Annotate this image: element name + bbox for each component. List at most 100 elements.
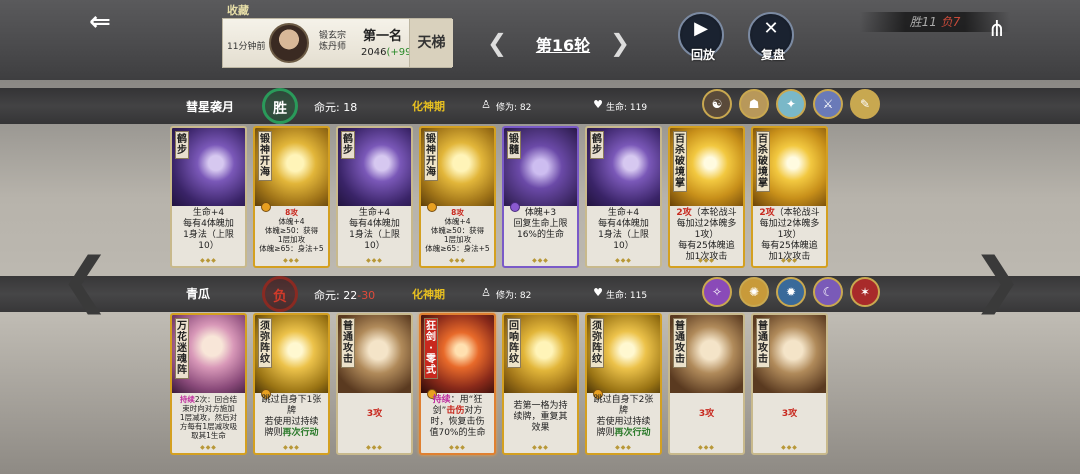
card-desc: 2攻（本轮战斗 每加过2体魄多 1攻） 每有25体魄追 加1次攻击 bbox=[759, 208, 820, 262]
avatar bbox=[269, 23, 309, 63]
card[interactable]: 鹤步 生命+4 每有4体魄加 1身法（上限 10） ◆◆◆ bbox=[585, 126, 662, 268]
card[interactable]: 锻神开海 8攻 体魄+4 体魄≥50：获得 1层加攻 体魄≥65：身法+5 ◆◆… bbox=[419, 126, 496, 268]
hp-label: 生命: bbox=[606, 291, 628, 301]
skill-icon[interactable]: ✧ bbox=[702, 277, 732, 307]
ladder-label: 天梯 bbox=[409, 19, 453, 67]
card-desc: 3攻 bbox=[366, 409, 383, 419]
play-icon: ▶ bbox=[694, 18, 708, 39]
win-badge: 胜 bbox=[262, 88, 298, 124]
card[interactable]: 普通攻击 3攻 ◆◆◆ bbox=[336, 313, 413, 455]
review-button[interactable]: ✕ 复盘 bbox=[748, 12, 794, 62]
player1-realm: 化神期 bbox=[412, 100, 445, 113]
card-title: 回响阵纹 bbox=[507, 318, 521, 368]
wins: 胜11 bbox=[909, 15, 937, 29]
chevron-right-icon[interactable]: ❯ bbox=[608, 30, 632, 56]
life-label: 命元: bbox=[314, 101, 340, 114]
score-value: 2046 bbox=[361, 47, 387, 58]
player1-cultivation: 修为: 82 bbox=[496, 100, 531, 113]
cultivation-value: 82 bbox=[519, 103, 532, 113]
player2-skill-icons: ✧ ✺ ✹ ☾ ✶ bbox=[702, 277, 880, 307]
player2-cultivation: 修为: 82 bbox=[496, 288, 531, 301]
skill-icon[interactable]: ✹ bbox=[776, 277, 806, 307]
skill-icon[interactable]: ✺ bbox=[739, 277, 769, 307]
hp-label: 生命: bbox=[606, 103, 628, 113]
card-title: 百杀破境掌 bbox=[756, 131, 770, 192]
card-title: 鹤步 bbox=[341, 131, 355, 159]
skill-icon[interactable]: ☾ bbox=[813, 277, 843, 307]
card-desc: 体魄+3 回复生命上限 16%的生命 bbox=[513, 208, 568, 240]
card-title: 锻神开海 bbox=[258, 131, 272, 181]
card[interactable]: 普通攻击 3攻 ◆◆◆ bbox=[668, 313, 745, 455]
card-title: 鹤步 bbox=[590, 131, 604, 159]
card-title: 普通攻击 bbox=[756, 318, 770, 368]
card[interactable]: 百杀破境掌 2攻（本轮战斗 每加过2体魄多 1攻） 每有25体魄追 加1次攻击 … bbox=[668, 126, 745, 268]
player1-life: 命元: 18 bbox=[314, 99, 357, 115]
heart-icon: ♥ bbox=[593, 286, 603, 299]
life-label: 命元: bbox=[314, 289, 340, 302]
replay-label: 回放 bbox=[690, 48, 715, 62]
skill-icon[interactable]: ☗ bbox=[739, 89, 769, 119]
chevron-right-icon[interactable]: ❯ bbox=[972, 240, 1022, 320]
card-desc: 3攻 bbox=[781, 409, 798, 419]
time-ago: 11分钟前 bbox=[227, 42, 266, 52]
card-title: 普通攻击 bbox=[673, 318, 687, 368]
card-title: 须弥阵纹 bbox=[258, 318, 272, 368]
card-title: 锻髓 bbox=[507, 131, 521, 159]
favorite-label[interactable]: 收藏 bbox=[227, 2, 249, 18]
skill-icon[interactable]: ⚔ bbox=[813, 89, 843, 119]
life-value: 22 bbox=[343, 289, 358, 302]
card-title: 百杀破境掌 bbox=[673, 131, 687, 192]
score: 2046(+99) bbox=[361, 47, 415, 58]
player1-skill-icons: ☯ ☗ ✦ ⚔ ✎ bbox=[702, 89, 880, 119]
losses: 负7 bbox=[940, 15, 961, 29]
life-loss: -30 bbox=[357, 289, 376, 302]
card-title: 狂剑·零式 bbox=[424, 318, 438, 379]
card[interactable]: 鹤步 生命+4 每有4体魄加 1身法（上限 10） ◆◆◆ bbox=[170, 126, 247, 268]
card[interactable]: 须弥阵纹 跳过自身下2张 牌 若使用过持续 牌则再次行动 ◆◆◆ bbox=[585, 313, 662, 455]
player1-name: 彗星袭月 bbox=[186, 100, 235, 114]
lose-badge: 负 bbox=[262, 276, 298, 312]
card-desc: 跳过自身下1张 牌 若使用过持续 牌则再次行动 bbox=[261, 395, 322, 438]
card-title: 须弥阵纹 bbox=[590, 318, 604, 368]
card-title: 普通攻击 bbox=[341, 318, 355, 368]
cultivation-label: 修为: bbox=[496, 103, 518, 113]
chevron-left-icon[interactable]: ❮ bbox=[485, 30, 509, 56]
replay-button[interactable]: ▶ 回放 bbox=[678, 12, 724, 62]
card-desc: 生命+4 每有4体魄加 1身法（上限 10） bbox=[598, 208, 649, 251]
card[interactable]: 百杀破境掌 2攻（本轮战斗 每加过2体魄多 1攻） 每有25体魄追 加1次攻击 … bbox=[751, 126, 828, 268]
card[interactable]: 普通攻击 3攻 ◆◆◆ bbox=[751, 313, 828, 455]
meditation-icon: ♙ bbox=[481, 286, 491, 299]
card-desc: 跳过自身下2张 牌 若使用过持续 牌则再次行动 bbox=[593, 395, 654, 438]
player2-cards: 万花迷魂阵 持续2次：回合结 束时向对方施加 1层减攻，然后对 方每有1层减攻吸… bbox=[170, 313, 828, 455]
back-arrow-icon[interactable]: ⇐ bbox=[80, 8, 120, 36]
card[interactable]: 回响阵纹 若第一格为持 续牌，重复其 效果 ◆◆◆ bbox=[502, 313, 579, 455]
player1-hp: 生命: 119 bbox=[606, 100, 647, 113]
player2-realm: 化神期 bbox=[412, 288, 445, 301]
card[interactable]: 须弥阵纹 跳过自身下1张 牌 若使用过持续 牌则再次行动 ◆◆◆ bbox=[253, 313, 330, 455]
card-title: 锻神开海 bbox=[424, 131, 438, 181]
player2-band bbox=[0, 276, 1080, 312]
card-desc: 生命+4 每有4体魄加 1身法（上限 10） bbox=[349, 208, 400, 251]
card-desc: 8攻 体魄+4 体魄≥50：获得 1层加攻 体魄≥65：身法+5 bbox=[259, 208, 324, 253]
card[interactable]: 狂剑·零式 持续：用“狂 剑”击伤对方 时，恢复击伤 值70%的生命 ◆◆◆ bbox=[419, 313, 496, 455]
share-icon[interactable]: ⋔ bbox=[983, 16, 1011, 44]
profession-name: 炼丹师 bbox=[319, 42, 347, 52]
card-title: 万花迷魂阵 bbox=[175, 318, 189, 379]
meditation-icon: ♙ bbox=[481, 98, 491, 111]
card[interactable]: 锻髓 体魄+3 回复生命上限 16%的生命 ◆◆◆ bbox=[502, 126, 579, 268]
player1-cards: 鹤步 生命+4 每有4体魄加 1身法（上限 10） ◆◆◆ 锻神开海 8攻 体魄… bbox=[170, 126, 828, 268]
card-desc: 2攻（本轮战斗 每加过2体魄多 1攻） 每有25体魄追 加1次攻击 bbox=[676, 208, 737, 262]
sect-name: 锻玄宗 bbox=[319, 31, 347, 41]
card-desc: 8攻 体魄+4 体魄≥50：获得 1层加攻 体魄≥65：身法+5 bbox=[425, 208, 490, 253]
player2-name: 青瓜 bbox=[186, 287, 211, 301]
card[interactable]: 锻神开海 8攻 体魄+4 体魄≥50：获得 1层加攻 体魄≥65：身法+5 ◆◆… bbox=[253, 126, 330, 268]
player2-hp: 生命: 115 bbox=[606, 288, 647, 301]
card[interactable]: 万花迷魂阵 持续2次：回合结 束时向对方施加 1层减攻，然后对 方每有1层减攻吸… bbox=[170, 313, 247, 455]
skill-icon[interactable]: ☯ bbox=[702, 89, 732, 119]
skill-icon[interactable]: ✶ bbox=[850, 277, 880, 307]
chevron-left-icon[interactable]: ❮ bbox=[60, 240, 110, 320]
skill-icon[interactable]: ✦ bbox=[776, 89, 806, 119]
card[interactable]: 鹤步 生命+4 每有4体魄加 1身法（上限 10） ◆◆◆ bbox=[336, 126, 413, 268]
player-info-card[interactable]: 11分钟前 锻玄宗 炼丹师 第一名 2046(+99) 天梯 bbox=[222, 18, 453, 68]
skill-icon[interactable]: ✎ bbox=[850, 89, 880, 119]
